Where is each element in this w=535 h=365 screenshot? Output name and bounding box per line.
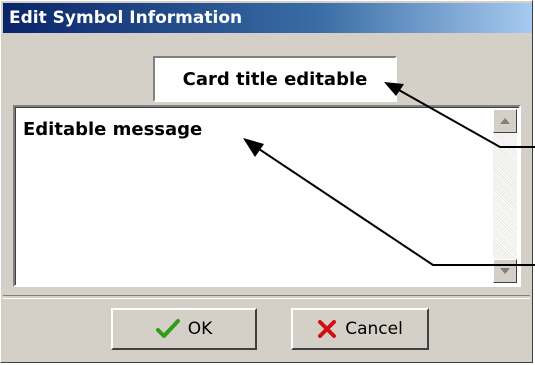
button-separator [3, 295, 530, 299]
message-value: Editable message [23, 119, 203, 140]
scroll-up-button[interactable] [493, 109, 517, 133]
arrow-down-icon [500, 268, 510, 274]
cancel-button-label: Cancel [345, 319, 403, 339]
window-title: Edit Symbol Information [9, 8, 243, 28]
card-title-field[interactable]: Card title editable [153, 56, 397, 102]
message-textarea[interactable]: Editable message [13, 105, 521, 287]
ok-button[interactable]: OK [111, 308, 257, 350]
checkmark-icon [155, 319, 180, 338]
scroll-down-button[interactable] [493, 259, 517, 283]
card-title-value: Card title editable [182, 69, 368, 90]
x-icon [318, 320, 337, 338]
vertical-scrollbar[interactable] [493, 109, 517, 283]
edit-symbol-dialog: Edit Symbol Information Card title edita… [0, 0, 533, 363]
title-bar[interactable]: Edit Symbol Information [3, 3, 532, 33]
cancel-button[interactable]: Cancel [291, 308, 429, 350]
ok-button-label: OK [187, 319, 213, 339]
arrow-up-icon [500, 118, 510, 124]
